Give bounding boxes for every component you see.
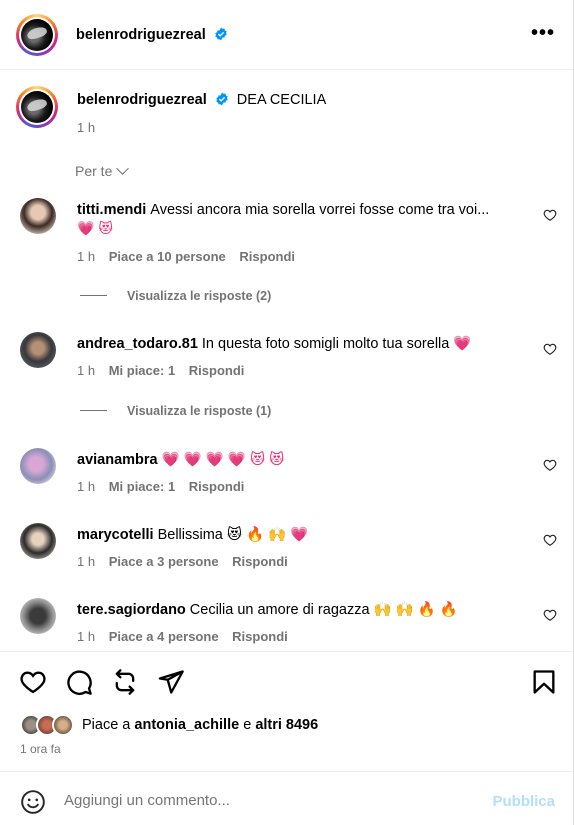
post-timestamp: 1 ora fa: [20, 742, 61, 756]
comment-time[interactable]: 1 h: [77, 629, 95, 644]
comment-text: 💗 💗 💗 💗 😻 😻: [161, 452, 285, 468]
reply-button[interactable]: Rispondi: [239, 249, 295, 264]
comment-time[interactable]: 1 h: [77, 249, 95, 264]
reply-button[interactable]: Rispondi: [189, 363, 245, 378]
like-comment-icon[interactable]: [543, 342, 557, 356]
reply-button[interactable]: Rispondi: [232, 629, 288, 644]
comment-text: Bellissima 😻 🔥 🙌 💗: [157, 527, 309, 543]
verified-badge-icon: [214, 27, 227, 41]
comment-text-row: tere.sagiordano Cecilia un amore di ragaz…: [77, 600, 532, 620]
comment-text-row: andrea_todaro.81 In questa foto somigli m…: [77, 334, 532, 354]
commenter-avatar[interactable]: [20, 523, 56, 559]
commenter-avatar[interactable]: [20, 198, 56, 234]
caption-text: DEA CECILIA: [236, 92, 327, 108]
share-send-icon[interactable]: [157, 668, 185, 696]
comment-text-row: avianambra 💗 💗 💗 💗 😻 😻: [77, 450, 532, 470]
comment-meta: 1 h Piace a 4 persone Rispondi: [77, 629, 298, 644]
comment-text-row: marycotelli Bellissima 😻 🔥 🙌 💗: [77, 525, 532, 545]
author-name-row: belenrodriguezreal: [76, 26, 228, 43]
comment-likes[interactable]: Mi piace: 1: [109, 363, 175, 378]
add-comment-bar: Pubblica: [0, 771, 573, 825]
comment-text: In questa foto somigli molto tua sorella…: [201, 336, 472, 352]
post-actions: Piace a antonia_achille e altri 8496 1 o…: [0, 651, 573, 771]
commenter-avatar[interactable]: [20, 598, 56, 634]
likes-middle: e: [243, 717, 252, 733]
view-replies-button[interactable]: Visualizza le risposte (1): [80, 404, 271, 418]
more-options-icon[interactable]: •••: [531, 22, 555, 45]
commenter-username[interactable]: titti.mendi: [77, 202, 146, 218]
comment-meta: 1 h Piace a 10 persone Rispondi: [77, 249, 305, 264]
comment-meta: 1 h Piace a 3 persone Rispondi: [77, 554, 298, 569]
comment-text: Cecilia un amore di ragazza 🙌 🙌 🔥 🔥: [189, 602, 458, 618]
view-replies-button[interactable]: Visualizza le risposte (2): [80, 289, 271, 303]
caption-username[interactable]: belenrodriguezreal: [77, 92, 207, 108]
liker-avatar: [52, 714, 74, 736]
like-comment-icon[interactable]: [543, 533, 557, 547]
like-heart-icon[interactable]: [19, 668, 47, 696]
verified-badge-icon: [216, 92, 228, 106]
reply-button[interactable]: Rispondi: [189, 479, 245, 494]
commenter-username[interactable]: marycotelli: [77, 527, 154, 543]
comment-meta: 1 h Mi piace: 1 Rispondi: [77, 479, 254, 494]
view-replies-label: Visualizza le risposte (2): [127, 289, 272, 303]
caption-author-avatar[interactable]: [16, 86, 58, 128]
comment-input[interactable]: [64, 792, 464, 809]
commenter-username[interactable]: andrea_todaro.81: [77, 336, 198, 352]
repost-icon[interactable]: [111, 668, 139, 696]
comment-likes[interactable]: Piace a 4 persone: [109, 629, 219, 644]
emoji-smile-icon[interactable]: [20, 789, 46, 815]
commenter-avatar[interactable]: [20, 448, 56, 484]
likes-user[interactable]: antonia_achille: [134, 717, 239, 733]
publish-button[interactable]: Pubblica: [492, 793, 555, 810]
commenter-avatar[interactable]: [20, 332, 56, 368]
comment-time[interactable]: 1 h: [77, 554, 95, 569]
comment-text-continuation: 💗 😻: [77, 220, 113, 236]
comment-time[interactable]: 1 h: [77, 479, 95, 494]
liker-avatars[interactable]: [20, 714, 80, 736]
post-header: belenrodriguezreal •••: [0, 0, 573, 70]
bookmark-save-icon[interactable]: [530, 668, 558, 696]
comment-text: Avessi ancora mia sorella vorrei fosse c…: [150, 202, 490, 218]
comment-sort-label: Per te: [75, 163, 113, 179]
divider: [80, 410, 107, 411]
author-avatar[interactable]: [16, 14, 58, 56]
post-caption: belenrodriguezreal DEA CECILIA 1 h: [0, 84, 573, 144]
comment-meta: 1 h Mi piace: 1 Rispondi: [77, 363, 254, 378]
comment-likes[interactable]: Piace a 10 persone: [109, 249, 226, 264]
post-panel: belenrodriguezreal ••• belenrodriguezrea…: [0, 0, 574, 825]
view-replies-label: Visualizza le risposte (1): [127, 404, 272, 418]
likes-others[interactable]: altri 8496: [255, 717, 318, 733]
like-comment-icon[interactable]: [543, 458, 557, 472]
author-username[interactable]: belenrodriguezreal: [76, 27, 206, 43]
caption-text-row: belenrodriguezreal DEA CECILIA: [77, 92, 326, 108]
commenter-username[interactable]: avianambra: [77, 452, 158, 468]
likes-prefix: Piace a: [82, 717, 131, 733]
commenter-username[interactable]: tere.sagiordano: [77, 602, 186, 618]
comment-time[interactable]: 1 h: [77, 363, 95, 378]
comment-bubble-icon[interactable]: [65, 668, 93, 696]
divider: [80, 295, 107, 296]
like-comment-icon[interactable]: [543, 208, 557, 222]
chevron-down-icon: [116, 162, 130, 175]
likes-summary[interactable]: Piace a antonia_achille e altri 8496: [82, 717, 318, 733]
comment-sort-dropdown[interactable]: Per te: [75, 162, 130, 179]
like-comment-icon[interactable]: [543, 608, 557, 622]
comment-text-row: titti.mendi Avessi ancora mia sorella vor…: [77, 200, 532, 220]
caption-time[interactable]: 1 h: [77, 120, 95, 135]
comment-likes[interactable]: Piace a 3 persone: [109, 554, 219, 569]
comment-likes[interactable]: Mi piace: 1: [109, 479, 175, 494]
reply-button[interactable]: Rispondi: [232, 554, 288, 569]
